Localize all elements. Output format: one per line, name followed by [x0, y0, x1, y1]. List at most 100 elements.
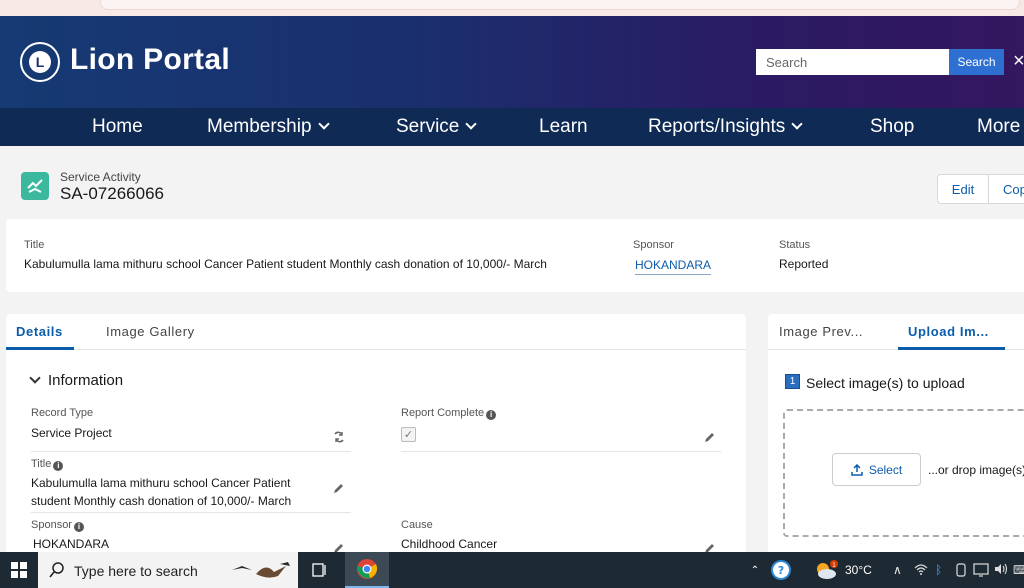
select-label: Select — [868, 462, 903, 477]
search-button[interactable]: Search — [949, 49, 1004, 75]
tab-image-preview[interactable]: Image Prev... — [779, 324, 863, 339]
step-number-badge: 1 — [785, 374, 800, 389]
status-label: Status — [779, 239, 811, 251]
active-tab-indicator — [898, 347, 1005, 350]
tab-upload-images[interactable]: Upload Im... — [908, 324, 989, 339]
title-field-line1: Kabulumulla lama mithuru school Cancer P… — [31, 476, 291, 490]
active-tab-indicator — [6, 347, 74, 350]
lions-logo-icon[interactable]: L — [20, 42, 60, 82]
title-field-line2: student Monthly cash donation of 10,000/… — [31, 494, 292, 508]
taskbar-search-box[interactable]: Type here to search — [38, 552, 298, 588]
details-card: Details Image Gallery Information Record… — [6, 314, 746, 564]
chevron-down-icon[interactable] — [29, 372, 41, 384]
info-icon[interactable]: i — [73, 522, 84, 532]
nav-label: Reports/Insights — [648, 116, 786, 137]
device-icon[interactable] — [955, 563, 967, 580]
change-record-type-icon[interactable] — [333, 431, 345, 443]
field-divider — [401, 451, 721, 452]
show-hidden-icons-icon[interactable]: ∧ — [893, 563, 902, 577]
weather-badge: 1 — [832, 562, 836, 569]
title-label: Title — [24, 239, 45, 251]
svg-text:?: ? — [778, 564, 784, 577]
main-nav: Home Membership Service Learn Reports/In… — [0, 108, 1024, 146]
record-type-label: Service Activity — [60, 170, 141, 184]
chevron-down-icon — [791, 118, 803, 130]
drop-hint: ...or drop image(s) — [928, 463, 1024, 477]
cause-label: Cause — [401, 519, 433, 531]
nav-label: Service — [396, 116, 460, 137]
search-input[interactable] — [756, 49, 950, 75]
title-field-text: Title — [31, 458, 52, 470]
nav-label: Learn — [539, 116, 588, 137]
address-bar-edge — [100, 0, 1020, 10]
windows-taskbar: Type here to search ⌃ ? 1 30°C ∧ ᛒ ⌨ — [0, 552, 1024, 588]
info-icon[interactable]: i — [53, 461, 64, 471]
site-header: L Lion Portal Search × — [0, 16, 1024, 108]
temperature: 30°C — [845, 563, 872, 577]
close-icon[interactable]: × — [1013, 50, 1024, 73]
select-images-button[interactable]: Select — [832, 453, 921, 486]
nav-item-membership[interactable]: Membership — [207, 116, 330, 138]
info-icon[interactable]: i — [486, 410, 497, 420]
help-icon[interactable]: ? — [766, 552, 796, 588]
task-view-icon[interactable] — [305, 552, 335, 588]
service-activity-icon — [21, 172, 49, 200]
nav-item-shop[interactable]: Shop — [870, 116, 914, 138]
status-value: Reported — [779, 257, 829, 271]
edit-button[interactable]: Edit — [937, 174, 989, 204]
sponsor-field-label: Sponsor i — [31, 519, 84, 532]
nav-item-home[interactable]: Home — [92, 116, 143, 138]
upload-card: Image Prev... Upload Im... 1 Select imag… — [768, 314, 1024, 564]
nav-label: More — [977, 116, 1021, 137]
image-dropzone[interactable]: Select ...or drop image(s) — [783, 409, 1024, 537]
chevron-down-icon — [317, 118, 330, 130]
tab-details[interactable]: Details — [16, 324, 63, 339]
nav-item-learn[interactable]: Learn — [539, 116, 588, 138]
nav-label: Home — [92, 116, 143, 137]
chevron-up-down-icon[interactable]: ⌃ — [748, 552, 762, 588]
brand-title[interactable]: Lion Portal — [70, 43, 230, 77]
chevron-down-icon — [465, 118, 478, 130]
taskbar-search-placeholder: Type here to search — [74, 563, 198, 579]
search-icon — [49, 562, 64, 578]
bluetooth-icon[interactable]: ᛒ — [935, 563, 942, 577]
wifi-icon[interactable] — [914, 563, 928, 578]
windows-start-icon[interactable] — [0, 552, 38, 588]
sponsor-field-text: Sponsor — [31, 519, 72, 531]
nav-item-reports-insights[interactable]: Reports/Insights — [648, 116, 803, 138]
copy-button[interactable]: Cop — [988, 174, 1024, 204]
report-complete-label: Report Complete i — [401, 407, 497, 420]
tab-image-gallery[interactable]: Image Gallery — [106, 324, 195, 339]
sponsor-field-link[interactable]: HOKANDARA — [33, 537, 109, 551]
sponsor-link[interactable]: HOKANDARA — [635, 258, 712, 275]
nav-item-service[interactable]: Service — [396, 116, 478, 138]
language-icon[interactable]: ⌨ — [1013, 563, 1024, 577]
field-divider — [31, 512, 351, 513]
weather-icon[interactable]: 1 — [812, 552, 840, 588]
chrome-taskbar-icon[interactable] — [345, 552, 389, 588]
section-title[interactable]: Information — [48, 372, 123, 389]
edit-pencil-icon[interactable] — [704, 431, 716, 443]
volume-icon[interactable] — [994, 563, 1008, 578]
highlights-panel: Title Kabulumulla lama mithuru school Ca… — [6, 219, 1024, 292]
display-icon[interactable] — [973, 563, 989, 580]
nav-item-more[interactable]: More — [977, 116, 1020, 138]
step-title: Select image(s) to upload — [806, 375, 965, 391]
record-type-value: Service Project — [31, 426, 112, 440]
cause-value: Childhood Cancer — [401, 537, 498, 551]
record-header: Service Activity SA-07266066 Edit Cop — [0, 146, 1024, 218]
browser-top-strip — [0, 0, 1024, 16]
birds-search-highlight-icon — [232, 562, 290, 578]
edit-pencil-icon[interactable] — [333, 482, 345, 494]
nav-label: Membership — [207, 116, 312, 137]
nav-label: Shop — [870, 116, 915, 137]
record-id: SA-07266066 — [60, 184, 164, 203]
upload-icon — [851, 463, 863, 476]
report-complete-checkbox: ✓ — [401, 427, 416, 442]
sponsor-label: Sponsor — [633, 239, 674, 251]
record-type-label: Record Type — [31, 407, 94, 419]
field-divider — [31, 451, 351, 452]
title-value: Kabulumulla lama mithuru school Cancer P… — [24, 257, 547, 271]
tab-divider — [6, 349, 746, 350]
report-complete-text: Report Complete — [401, 407, 485, 419]
